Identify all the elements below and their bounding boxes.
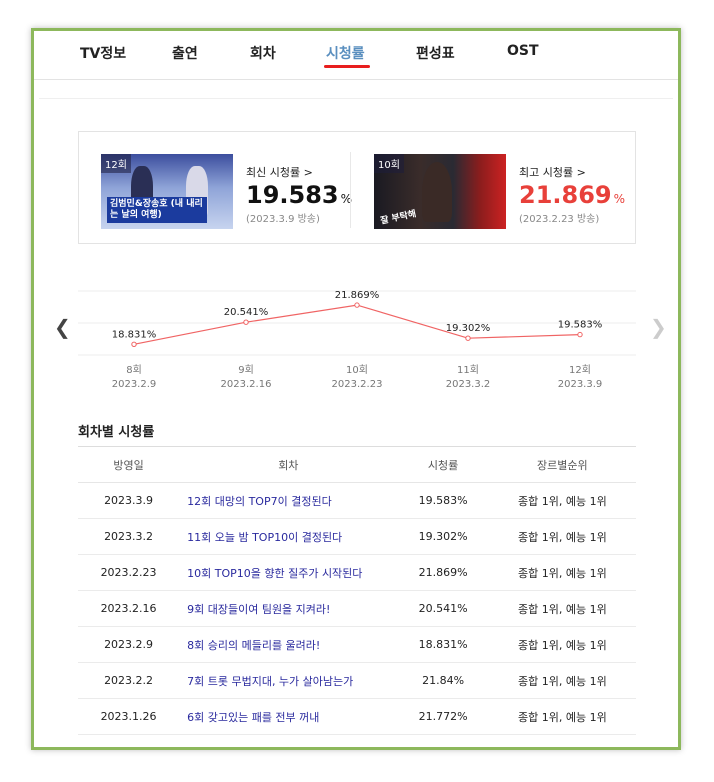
cell-episode-link[interactable]: 7회 트롯 무법지대, 누가 살아남는가 [179, 662, 398, 699]
table-row: 2023.2.9 8회 승리의 메들리를 울려라! 18.831% 종합 1위, 예능… [78, 626, 636, 663]
data-point [243, 319, 249, 325]
cell-rating: 20.541% [397, 590, 489, 627]
cell-air-date: 2023.1.19 [78, 734, 180, 747]
header-episode: 회차 [179, 446, 398, 483]
x-tick-label: 9회 [238, 364, 254, 376]
cell-episode-link[interactable]: 11회 오늘 밤 TOP10이 결정된다 [179, 518, 398, 555]
x-date-label: 2023.2.16 [221, 379, 272, 390]
tab-tv-info[interactable]: TV정보 [80, 43, 126, 63]
header-rating: 시청률 [397, 446, 489, 483]
cell-rating: 21.289% [397, 734, 489, 747]
cell-episode-link[interactable]: 8회 승리의 메들리를 울려라! [179, 626, 398, 663]
cell-episode-link[interactable]: 10회 TOP10을 향한 질주가 시작된다 [179, 554, 398, 591]
x-tick-label: 8회 [126, 364, 142, 376]
rating-line [133, 304, 581, 345]
data-point [131, 341, 137, 348]
data-point [354, 302, 360, 308]
table-body: 2023.3.9 12회 대망의 TOP7이 결정된다 19.583% 종합 1위, … [78, 482, 636, 747]
highest-rating-value: 21.869% [519, 181, 626, 209]
cell-genre-rank: 종합 1위, 예능 1위 [488, 518, 636, 555]
latest-rating-link[interactable]: 최신 시청률 > [246, 164, 313, 180]
episode-badge: 10회 [374, 154, 404, 173]
rating-line-chart: 18.831% 8회 2023.2.9 20.541% 9회 2023.2.16 21.86… [78, 290, 636, 390]
x-date-label: 2023.2.9 [112, 379, 157, 390]
highest-episode-thumbnail[interactable]: 10회 잘 부탁해 [374, 154, 506, 229]
tab-cast[interactable]: 출연 [172, 43, 198, 63]
cell-genre-rank: 종합 1위, 예능 1위 [488, 590, 636, 627]
table-row: 2023.3.2 11회 오늘 밤 TOP10이 결정된다 19.302% 종합 1위… [78, 518, 636, 555]
cell-air-date: 2023.2.16 [78, 590, 180, 627]
header-genre-rank: 장르별순위 [488, 446, 636, 483]
data-label: 19.302% [446, 323, 491, 334]
divider [39, 98, 673, 99]
cell-rating: 19.583% [397, 482, 489, 519]
cell-episode-link[interactable]: 9회 대장들이여 팀원을 지켜라! [179, 590, 398, 627]
cell-rating: 21.84% [397, 662, 489, 699]
table-row: 2023.2.2 7회 트롯 무법지대, 누가 살아남는가 21.84% 종합 1위,… [78, 662, 636, 699]
cell-air-date: 2023.3.9 [78, 482, 180, 519]
cell-episode-link[interactable]: 6회 갖고있는 패를 전부 꺼내 [179, 698, 398, 735]
cell-air-date: 2023.2.23 [78, 554, 180, 591]
highest-rating-link[interactable]: 최고 시청률 > [519, 164, 586, 180]
table-row: 2023.2.23 10회 TOP10을 향한 질주가 시작된다 21.869% 종합… [78, 554, 636, 591]
cell-episode-link[interactable]: 12회 대망의 TOP7이 결정된다 [179, 482, 398, 519]
cell-air-date: 2023.3.2 [78, 518, 180, 555]
header-air-date: 방영일 [78, 446, 180, 483]
tab-schedule[interactable]: 편성표 [416, 43, 455, 63]
rating-panel: TV정보 출연 회차 시청률 편성표 OST 12회 김범민&장송호 (내 내리… [31, 28, 681, 750]
latest-episode-thumbnail[interactable]: 12회 김범민&장송호 (내 내리는 날의 여행) [101, 154, 233, 229]
highest-air-date: (2023.2.23 방송) [519, 214, 600, 225]
data-label: 20.541% [224, 307, 269, 318]
tab-bar: TV정보 출연 회차 시청률 편성표 OST [34, 31, 678, 80]
card-divider [350, 152, 351, 228]
cell-genre-rank: 종합 1위, 예능 1위 [488, 482, 636, 519]
data-point [465, 335, 471, 341]
table-row: 2023.1.26 6회 갖고있는 패를 전부 꺼내 21.772% 종합 1위, 예… [78, 698, 636, 735]
rating-chart: ❮ ❯ 18.831% 8회 2023.2.9 20.541% 9회 2023.2.16 2… [34, 271, 678, 391]
active-tab-indicator [324, 65, 370, 68]
x-tick-label: 11회 [457, 364, 479, 376]
table-row: 2023.1.195회 어제의 동료가 오늘의 적이 된다21.289%종합 1… [78, 734, 636, 747]
cell-genre-rank: 종합 1위, 예능 1위 [488, 698, 636, 735]
tab-episodes[interactable]: 회차 [250, 43, 276, 63]
x-date-label: 2023.2.23 [332, 379, 383, 390]
episode-rating-table: 방영일 회차 시청률 장르별순위 2023.3.9 12회 대망의 TOP7이 결… [78, 446, 636, 747]
latest-air-date: (2023.3.9 방송) [246, 214, 320, 225]
thumbnail-caption: 잘 부탁해 [379, 209, 418, 227]
x-date-label: 2023.3.2 [446, 379, 491, 390]
tab-ost[interactable]: OST [507, 43, 539, 59]
tab-ratings[interactable]: 시청률 [326, 43, 365, 63]
data-label: 21.869% [335, 290, 380, 301]
cell-rating: 21.869% [397, 554, 489, 591]
cell-air-date: 2023.2.9 [78, 626, 180, 663]
performer-figure [422, 162, 452, 222]
data-label: 19.583% [558, 320, 603, 331]
cell-air-date: 2023.1.26 [78, 698, 180, 735]
x-tick-label: 12회 [569, 364, 591, 376]
table-header-row: 방영일 회차 시청률 장르별순위 [78, 446, 636, 483]
rating-summary: 12회 김범민&장송호 (내 내리는 날의 여행) 최신 시청률 > 19.58… [78, 131, 636, 244]
cell-genre-rank: 종합 1위, 예능 1위 [488, 554, 636, 591]
thumbnail-caption: 김범민&장송호 (내 내리는 날의 여행) [107, 197, 207, 223]
x-tick-label: 10회 [346, 364, 368, 376]
cell-rating: 21.772% [397, 698, 489, 735]
cell-rating: 19.302% [397, 518, 489, 555]
cell-genre-rank: 종합 1위, 예능 1위 [488, 626, 636, 663]
cell-episode-link[interactable]: 5회 어제의 동료가 오늘의 적이 된다 [179, 734, 398, 747]
cell-rating: 18.831% [397, 626, 489, 663]
table-row: 2023.2.16 9회 대장들이여 팀원을 지켜라! 20.541% 종합 1위, … [78, 590, 636, 627]
cell-genre-rank: 종합 1위, 예능 1위 [488, 734, 636, 747]
table-row: 2023.3.9 12회 대망의 TOP7이 결정된다 19.583% 종합 1위, … [78, 482, 636, 519]
episode-badge: 12회 [101, 154, 131, 173]
x-date-label: 2023.3.9 [558, 379, 603, 390]
cell-air-date: 2023.2.2 [78, 662, 180, 699]
section-title: 회차별 시청률 [78, 425, 155, 440]
cell-genre-rank: 종합 1위, 예능 1위 [488, 662, 636, 699]
data-point [577, 331, 583, 338]
data-label: 18.831% [112, 329, 157, 340]
latest-rating-value: 19.583% [246, 181, 353, 209]
